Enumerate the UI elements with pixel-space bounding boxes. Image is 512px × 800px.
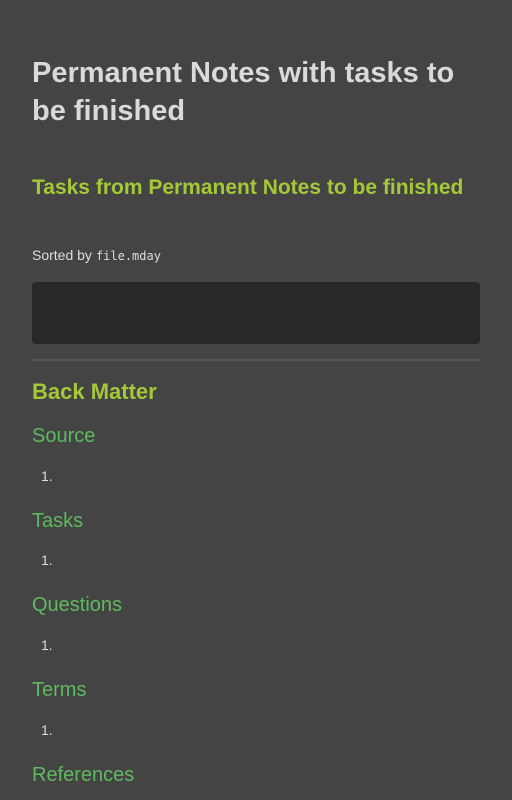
query-result-block[interactable] — [32, 282, 480, 344]
sorted-by-label: Sorted by — [32, 247, 92, 263]
section-heading-source: Source — [32, 425, 96, 447]
tasks-heading: Tasks from Permanent Notes to be finishe… — [32, 176, 464, 199]
section-heading-references: References — [32, 764, 135, 786]
list-item[interactable]: 1. — [41, 720, 53, 740]
section-heading-terms: Terms — [32, 679, 87, 701]
sorted-by-line: Sorted by file.mday — [32, 245, 161, 266]
list-item[interactable]: 1. — [41, 635, 53, 655]
section-heading-tasks: Tasks — [32, 510, 84, 532]
section-heading-questions: Questions — [32, 594, 123, 616]
page-title: Permanent Notes with tasks to be finishe… — [32, 57, 455, 127]
sorted-by-field: file.mday — [95, 249, 161, 263]
list-item[interactable]: 1. — [41, 466, 53, 486]
back-matter-heading: Back Matter — [32, 379, 157, 404]
horizontal-divider — [32, 359, 480, 361]
list-item[interactable]: 1. — [41, 550, 53, 570]
